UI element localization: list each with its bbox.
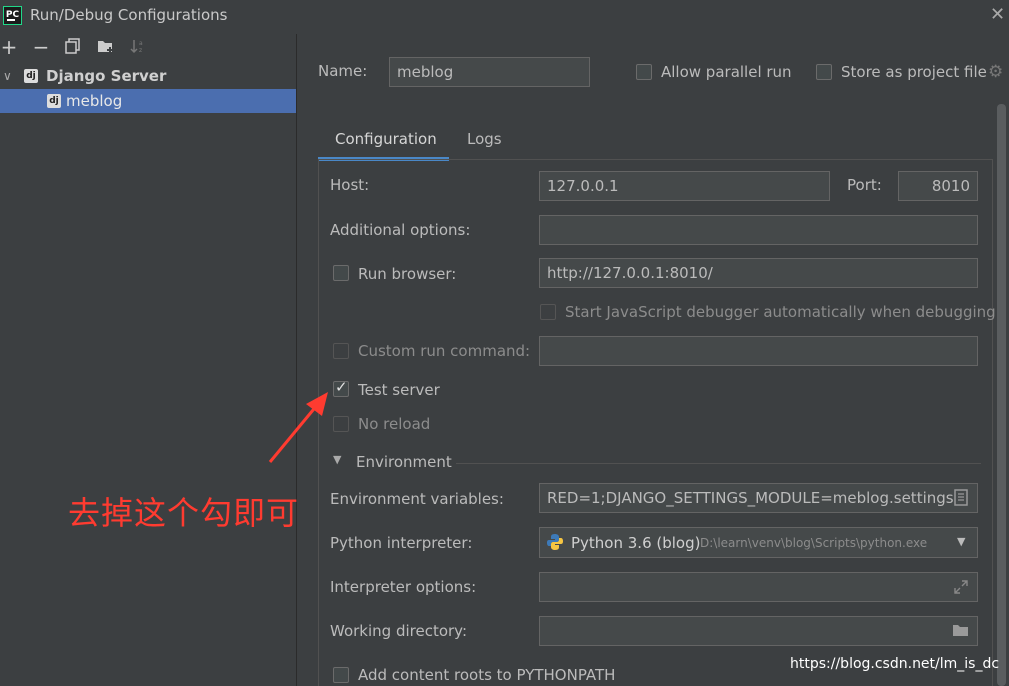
section-divider <box>456 463 981 464</box>
add-content-roots-checkbox[interactable] <box>333 667 349 683</box>
test-server-checkbox[interactable] <box>333 378 349 397</box>
gear-icon[interactable]: ⚙ <box>988 62 1003 82</box>
folder-icon[interactable] <box>952 623 970 642</box>
add-content-roots-label[interactable]: Add content roots to PYTHONPATH <box>358 666 615 684</box>
tree-item-label: meblog <box>66 92 123 110</box>
port-label: Port: <box>847 176 882 194</box>
environment-section-label[interactable]: Environment <box>356 453 452 471</box>
working-dir-input[interactable] <box>539 616 978 646</box>
python-icon <box>546 533 564 555</box>
dropdown-arrow-icon[interactable]: ▼ <box>957 535 965 548</box>
run-browser-label[interactable]: Run browser: <box>358 265 456 283</box>
django-icon: dj <box>24 69 38 83</box>
no-reload-label[interactable]: No reload <box>358 415 430 433</box>
python-interpreter-path: D:\learn\venv\blog\Scripts\python.exe <box>700 536 928 550</box>
sort-icon[interactable]: az <box>129 38 147 56</box>
custom-run-label[interactable]: Custom run command: <box>358 342 530 360</box>
store-project-label[interactable]: Store as project file <box>841 63 987 81</box>
django-icon: dj <box>47 94 61 108</box>
additional-options-input[interactable] <box>539 215 978 245</box>
run-browser-url-input[interactable]: http://127.0.0.1:8010/ <box>539 258 978 288</box>
additional-options-label: Additional options: <box>330 221 471 239</box>
host-label: Host: <box>330 176 370 194</box>
python-interpreter-label: Python interpreter: <box>330 534 473 552</box>
close-icon[interactable]: ✕ <box>990 4 1005 25</box>
port-input[interactable]: 8010 <box>898 171 978 201</box>
js-debugger-checkbox[interactable] <box>540 304 556 320</box>
allow-parallel-checkbox[interactable] <box>636 64 652 80</box>
tree-group-django-server[interactable]: ∨ dj Django Server <box>0 64 296 88</box>
chevron-down-icon[interactable]: ∨ <box>3 64 12 88</box>
panel-divider[interactable] <box>296 34 297 686</box>
annotation-text: 去掉这个勾即可 <box>68 494 300 532</box>
remove-icon[interactable]: − <box>32 37 50 57</box>
no-reload-checkbox[interactable] <box>333 416 349 432</box>
expand-icon[interactable] <box>953 579 969 599</box>
interpreter-options-label: Interpreter options: <box>330 578 477 596</box>
document-icon[interactable] <box>954 489 968 510</box>
allow-parallel-label[interactable]: Allow parallel run <box>661 63 792 81</box>
tree-group-label: Django Server <box>46 67 167 85</box>
window-title: Run/Debug Configurations <box>30 6 228 24</box>
name-label: Name: <box>318 62 368 80</box>
new-folder-icon[interactable] <box>97 38 115 56</box>
working-dir-label: Working directory: <box>330 622 468 640</box>
host-input[interactable]: 127.0.0.1 <box>539 171 830 201</box>
add-icon[interactable]: + <box>0 37 18 57</box>
configurations-tree-panel <box>0 34 296 686</box>
scrollbar[interactable] <box>997 104 1006 686</box>
test-server-label[interactable]: Test server <box>358 381 440 399</box>
name-input[interactable]: meblog <box>389 57 590 87</box>
watermark: https://blog.csdn.net/lm_is_dc <box>790 656 1000 672</box>
store-project-checkbox[interactable] <box>816 64 832 80</box>
env-vars-input[interactable]: RED=1;DJANGO_SETTINGS_MODULE=meblog.sett… <box>539 483 978 513</box>
copy-icon[interactable] <box>64 38 82 56</box>
svg-text:a: a <box>139 40 143 47</box>
js-debugger-label[interactable]: Start JavaScript debugger automatically … <box>565 303 996 321</box>
svg-text:z: z <box>139 47 142 54</box>
custom-run-checkbox[interactable] <box>333 343 349 359</box>
run-browser-checkbox[interactable] <box>333 265 349 281</box>
tab-logs[interactable]: Logs <box>467 130 502 148</box>
env-vars-label: Environment variables: <box>330 490 504 508</box>
annotation-arrow-icon <box>268 392 328 463</box>
interpreter-options-input[interactable] <box>539 572 978 602</box>
tab-configuration[interactable]: Configuration <box>335 130 437 148</box>
custom-run-input[interactable] <box>539 336 978 366</box>
tree-item-meblog[interactable]: dj meblog <box>0 89 296 113</box>
python-interpreter-value: Python 3.6 (blog) <box>571 534 701 552</box>
pycharm-logo-icon: PC <box>3 6 22 25</box>
